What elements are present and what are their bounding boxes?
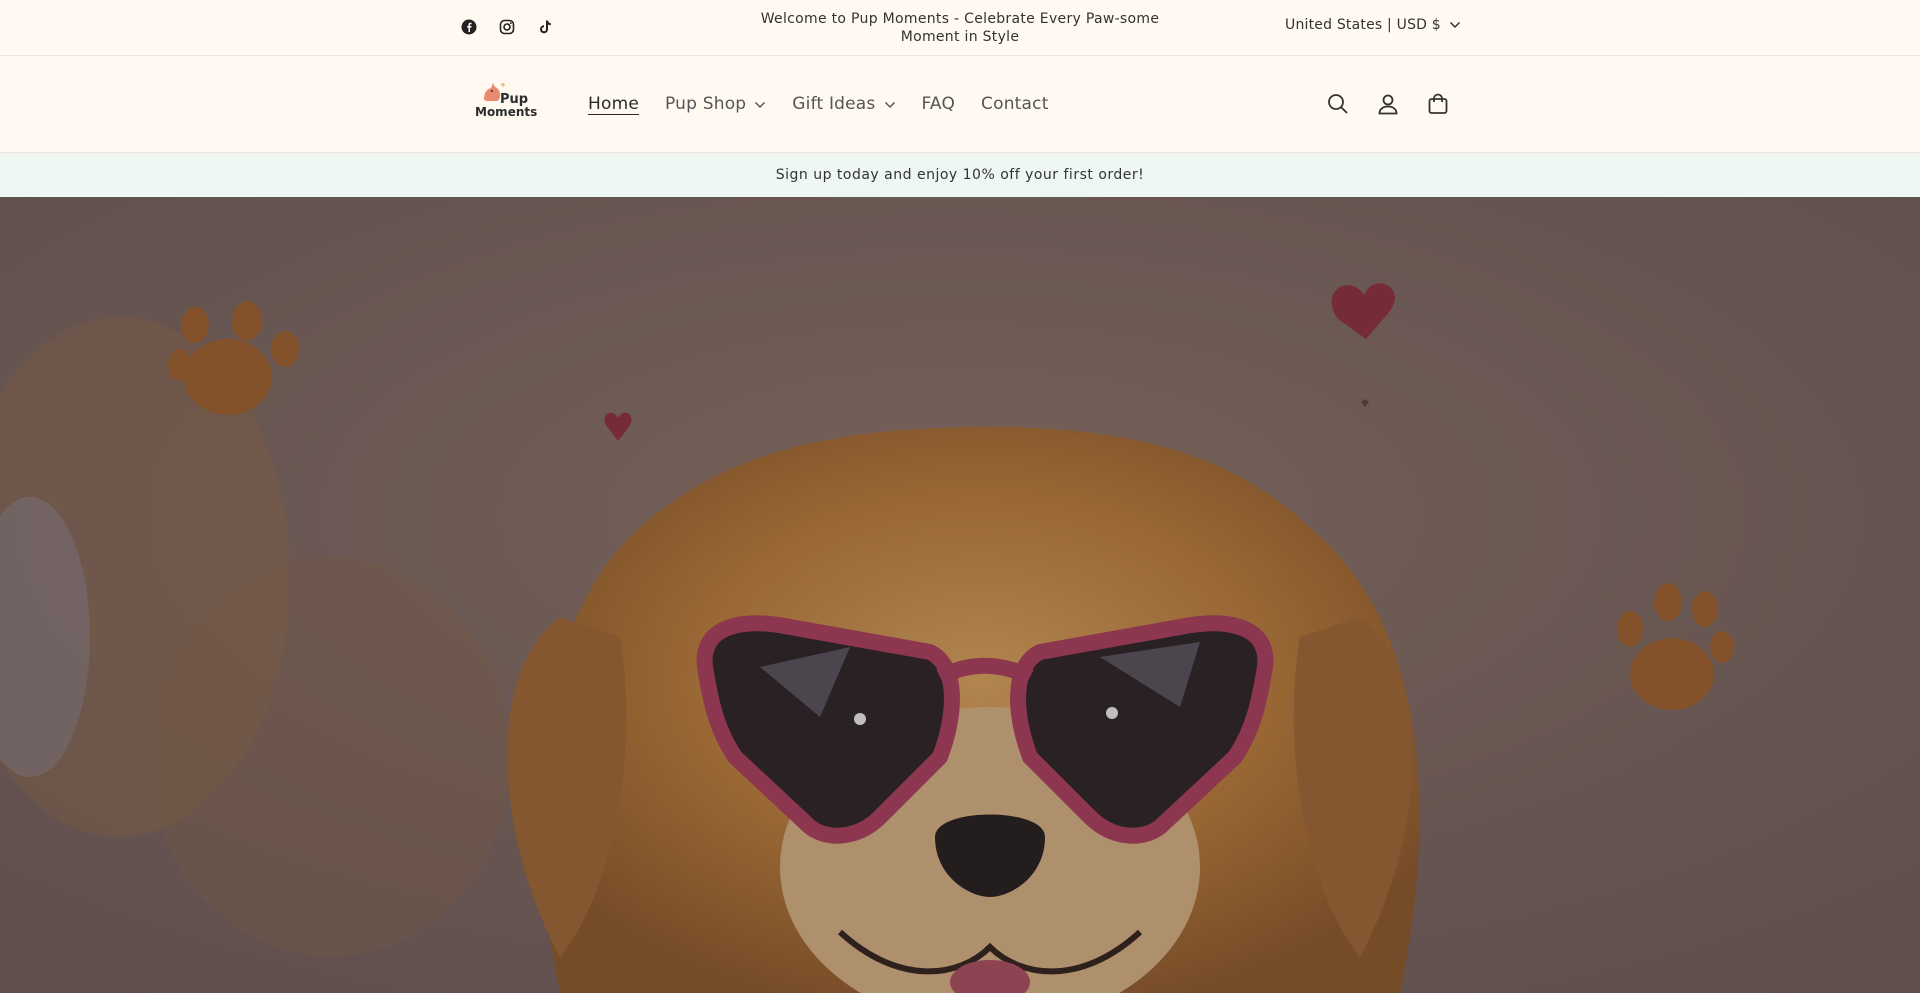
locale-label: United States | USD $: [1285, 17, 1441, 33]
chevron-down-icon: [884, 94, 896, 114]
main-navigation: Home Pup Shop Gift Ideas FAQ Contact: [588, 94, 1049, 114]
announcement-text: Welcome to Pup Moments - Celebrate Every…: [760, 11, 1160, 45]
promo-banner: Sign up today and enjoy 10% off your fir…: [0, 153, 1920, 197]
nav-item-contact[interactable]: Contact: [981, 94, 1049, 114]
nav-label-contact: Contact: [981, 94, 1049, 114]
announcement-bar: Welcome to Pup Moments - Celebrate Every…: [0, 0, 1920, 56]
nav-item-pup-shop[interactable]: Pup Shop: [665, 94, 766, 114]
cart-icon[interactable]: [1425, 91, 1451, 117]
chevron-down-icon: [754, 94, 766, 114]
logo-text-line2: Moments: [475, 105, 538, 119]
nav-label-gift-ideas: Gift Ideas: [792, 94, 876, 114]
promo-text: Sign up today and enjoy 10% off your fir…: [775, 167, 1145, 183]
search-icon[interactable]: [1325, 91, 1351, 117]
hero-image: [0, 197, 1920, 993]
nav-label-pup-shop: Pup Shop: [665, 94, 747, 114]
facebook-icon[interactable]: [459, 17, 478, 36]
social-links: [459, 17, 554, 36]
nav-item-faq[interactable]: FAQ: [922, 94, 956, 114]
nav-label-faq: FAQ: [921, 94, 956, 114]
nav-item-gift-ideas[interactable]: Gift Ideas: [792, 94, 895, 114]
instagram-icon[interactable]: [497, 17, 516, 36]
hero-banner: [0, 197, 1920, 993]
account-icon[interactable]: [1375, 91, 1401, 117]
nav-label-home: Home: [588, 94, 640, 114]
nav-item-home[interactable]: Home: [588, 94, 639, 114]
site-header: Pup Moments Home Pup Shop Gift Ideas FAQ…: [0, 57, 1920, 153]
chevron-down-icon: [1449, 17, 1461, 33]
country-currency-selector[interactable]: United States | USD $: [1285, 17, 1461, 33]
header-icons: [1325, 91, 1451, 117]
tiktok-icon[interactable]: [535, 17, 554, 36]
